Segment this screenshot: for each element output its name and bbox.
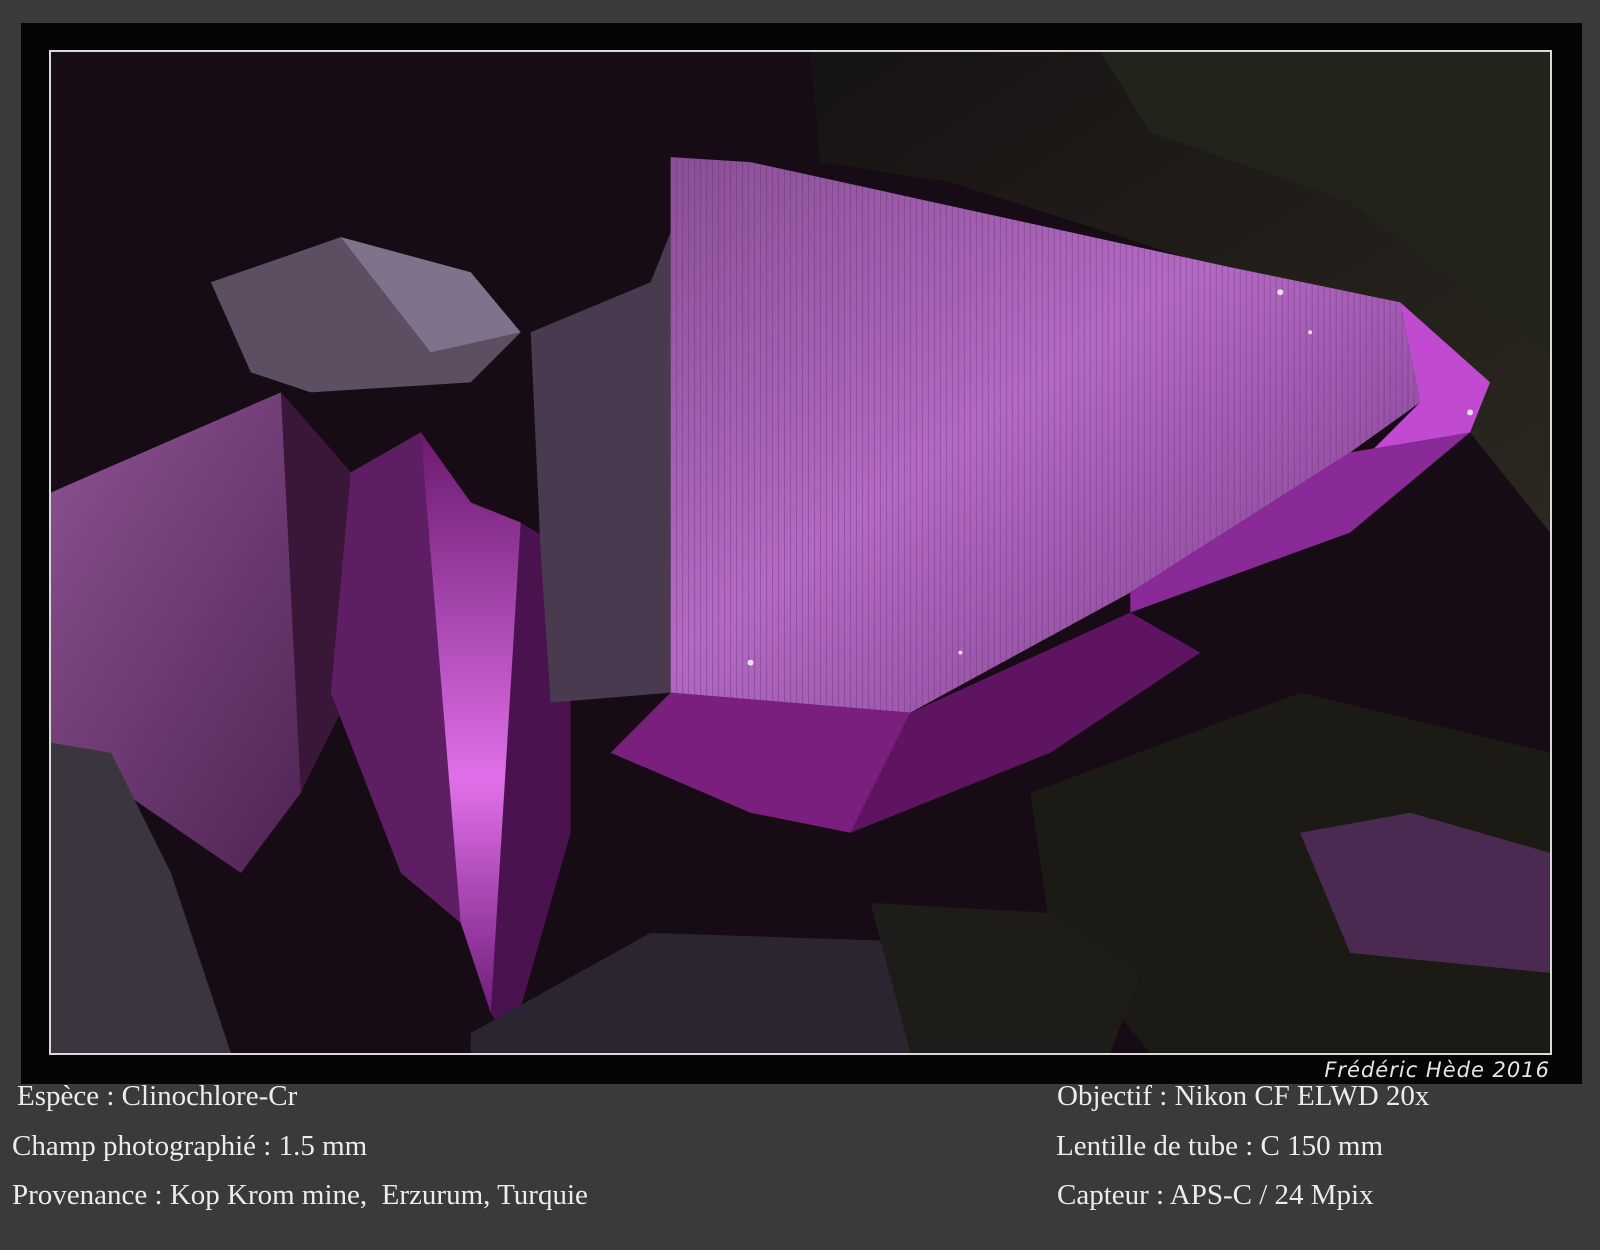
caption-tube-lens: Lentille de tube : C 150 mm (1056, 1130, 1384, 1162)
caption-sensor: Capteur : APS-C / 24 Mpix (1057, 1179, 1374, 1211)
crystal-image (51, 52, 1550, 1053)
caption-objective: Objectif : Nikon CF ELWD 20x (1057, 1080, 1430, 1112)
photographer-signature: Frédéric Hède 2016 (1324, 1058, 1550, 1082)
mineral-photograph (49, 50, 1552, 1055)
caption-species: Espèce : Clinochlore-Cr (17, 1080, 298, 1112)
caption-field-of-view: Champ photographié : 1.5 mm (12, 1130, 368, 1162)
caption-provenance: Provenance : Kop Krom mine, Erzurum, Tur… (12, 1179, 588, 1211)
